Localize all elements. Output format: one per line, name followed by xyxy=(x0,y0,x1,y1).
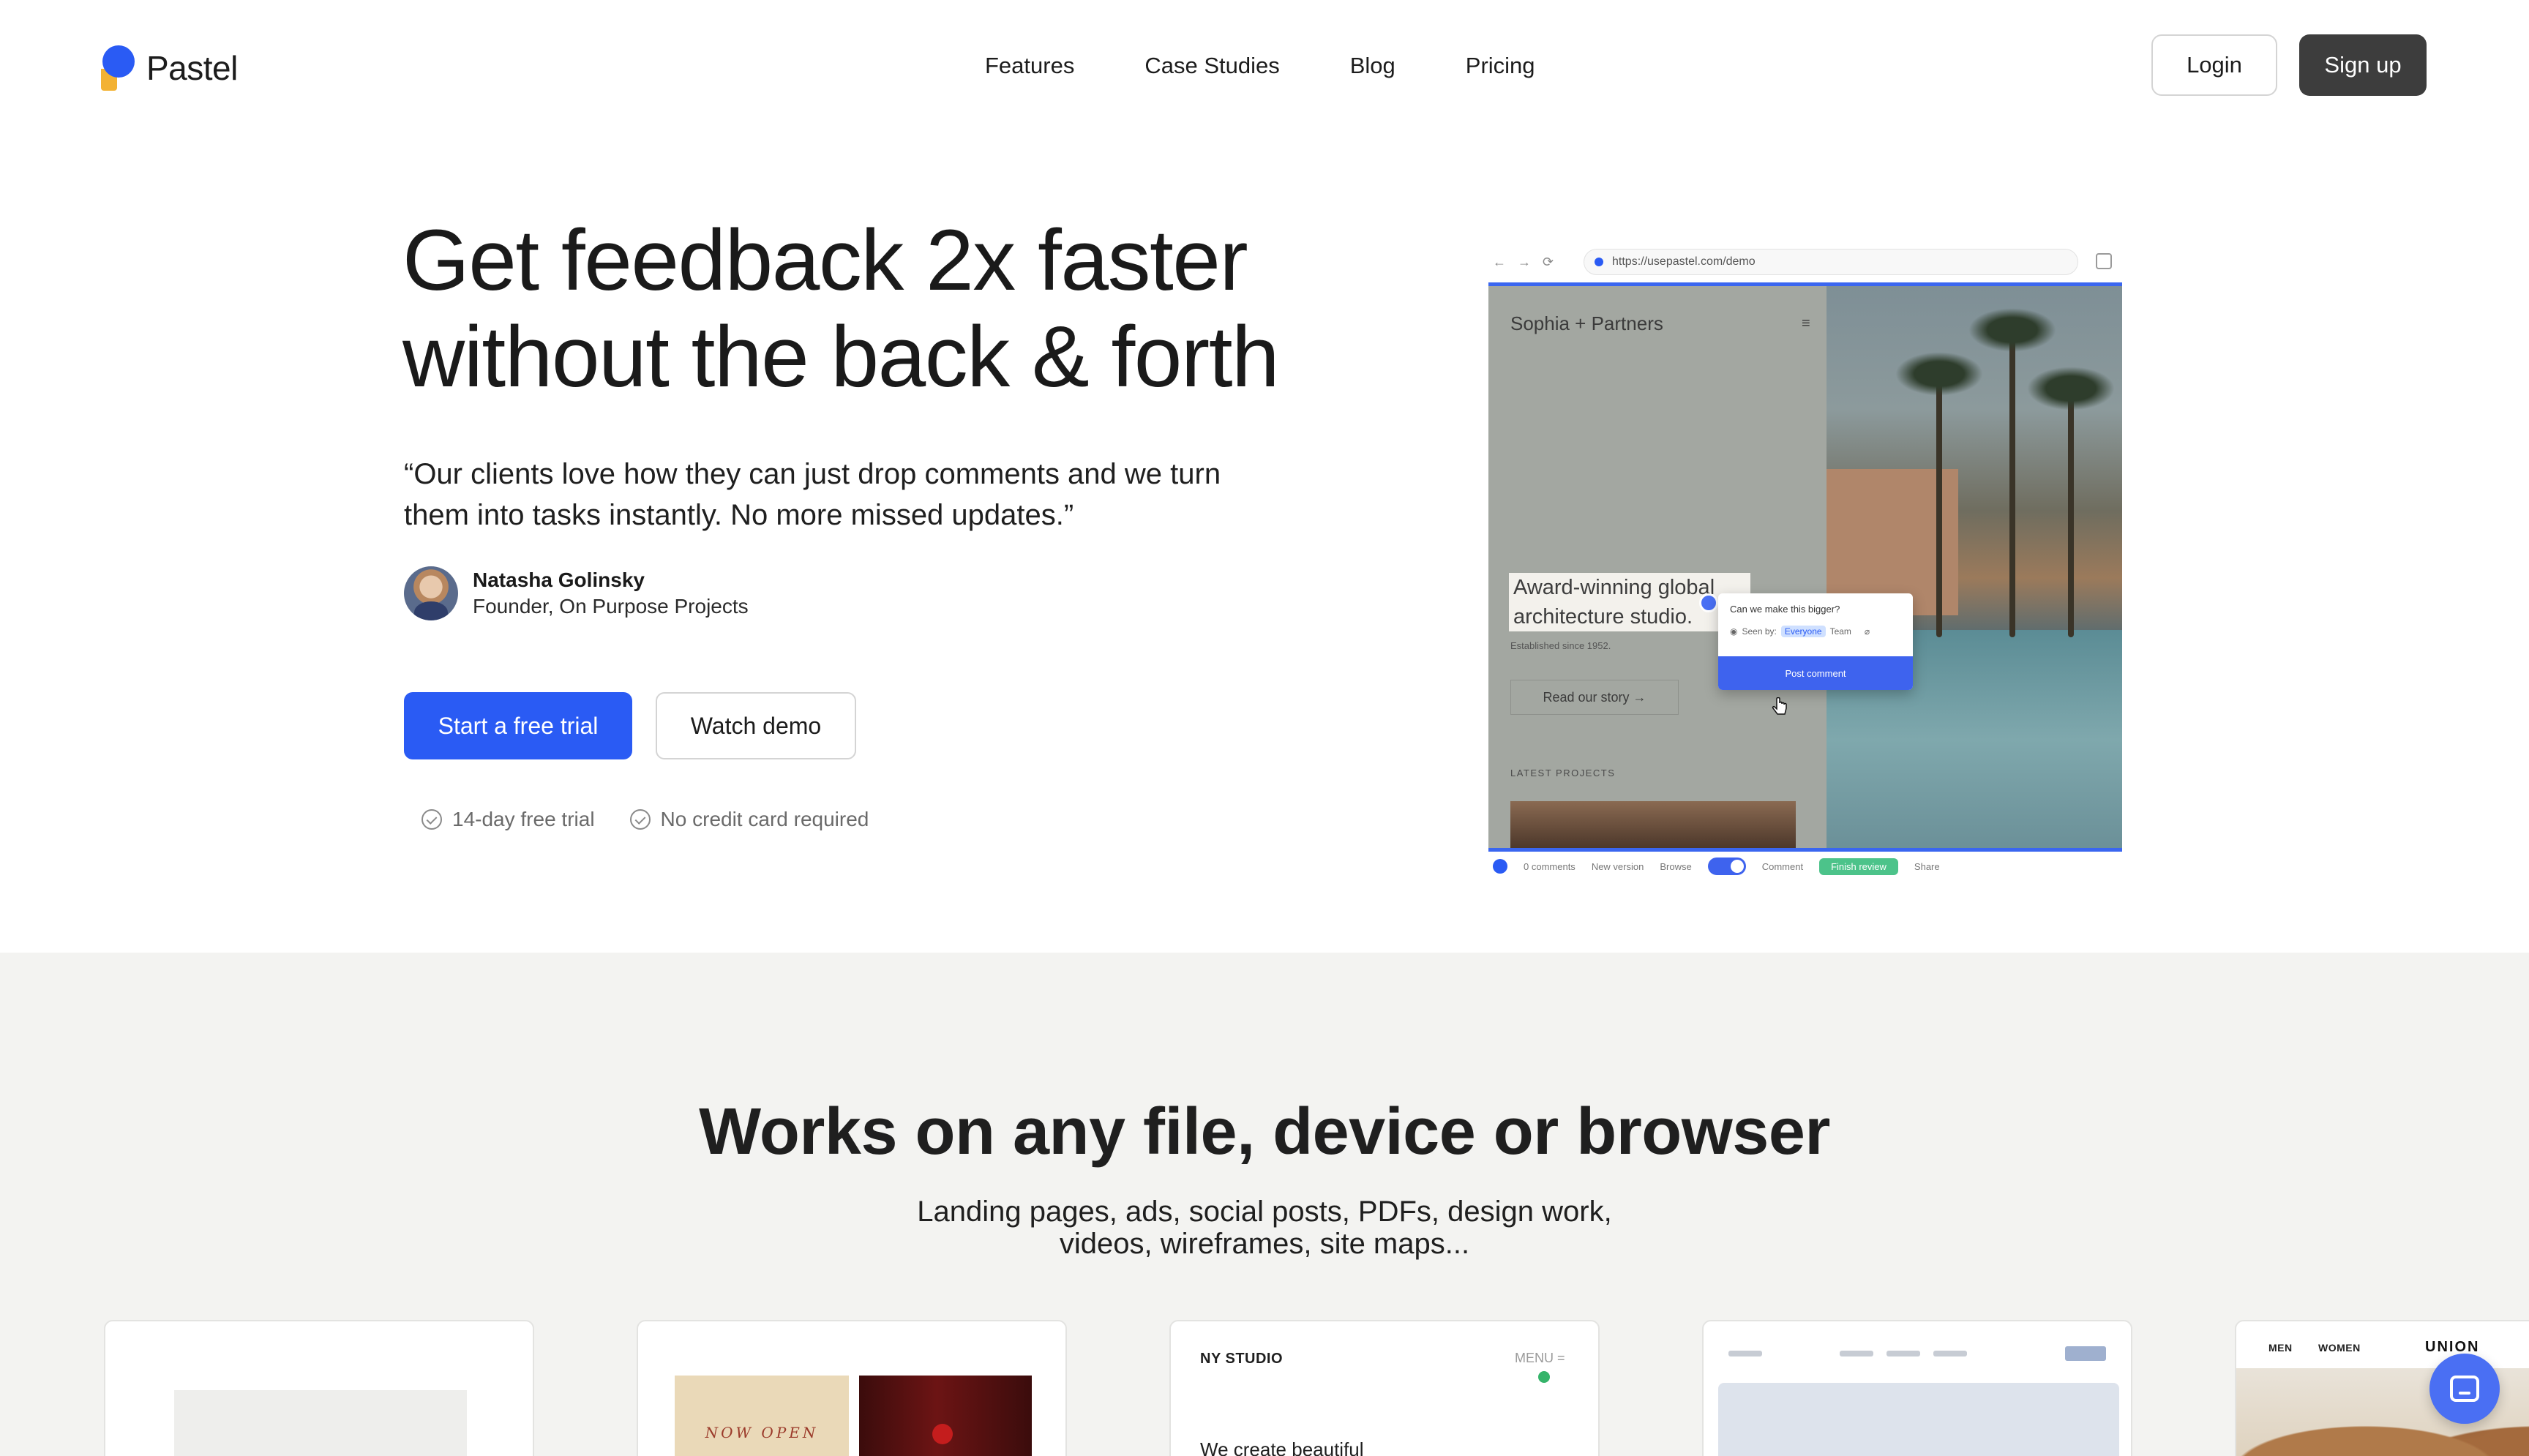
perks-list: 14-day free trial No credit card require… xyxy=(422,808,904,831)
hand-cursor-icon xyxy=(1772,697,1787,715)
signup-button[interactable]: Sign up xyxy=(2299,34,2427,96)
comment-pin-icon xyxy=(1699,593,1718,612)
mock-read-story-button: Read our story → xyxy=(1510,680,1679,715)
perk-label: 14-day free trial xyxy=(452,808,595,830)
check-circle-icon xyxy=(422,809,442,830)
check-circle-icon xyxy=(629,809,651,830)
mock-comment-box: Can we make this bigger? ◉ Seen by: Ever… xyxy=(1718,593,1913,690)
perk-label: No credit card required xyxy=(660,808,869,830)
works-anywhere-section: Works on any file, device or browser Lan… xyxy=(0,953,2529,1456)
author-name: Natasha Golinsky xyxy=(473,568,645,591)
palm-leaves xyxy=(1895,352,1983,396)
avatar xyxy=(404,566,458,620)
mock-project-thumbnail xyxy=(1510,801,1796,848)
studio-brand: NY STUDIO xyxy=(1200,1351,1284,1367)
start-free-trial-button[interactable]: Start a free trial xyxy=(404,692,632,759)
nav-link-case-studies[interactable]: Case Studies xyxy=(1144,51,1279,80)
chat-launcher-button[interactable] xyxy=(2429,1354,2500,1424)
testimonial-author: Natasha Golinsky Founder, On Purpose Pro… xyxy=(404,566,749,620)
mock-website-frame: Sophia + Partners ≡ Award-winning global… xyxy=(1488,282,2122,852)
hero-title-line-2: without the back & forth xyxy=(402,309,1280,405)
studio-text: We create beautiful xyxy=(1200,1438,1364,1456)
top-nav: Pastel Features Case Studies Blog Pricin… xyxy=(0,0,2529,132)
watch-demo-button[interactable]: Watch demo xyxy=(656,692,856,759)
nav-links: Features Case Studies Blog Pricing xyxy=(985,51,1535,80)
browser-nav-arrows-icon: ← → ⟳ xyxy=(1493,254,1554,269)
browse-comment-toggle xyxy=(1707,858,1746,875)
nav-link-blog[interactable]: Blog xyxy=(1350,51,1395,80)
palm-leaves xyxy=(1968,308,2056,352)
product-screenshot: ← → ⟳ https://usepastel.com/demo Sophia + … xyxy=(1488,241,2122,878)
example-card-blank[interactable] xyxy=(104,1320,534,1456)
example-card-wireframe[interactable] xyxy=(1702,1320,2132,1456)
brand-name: Pastel xyxy=(146,49,238,87)
pastel-logo-icon xyxy=(101,45,135,91)
studio-menu: MENU = xyxy=(1515,1351,1565,1365)
post-comment-button: Post comment xyxy=(1718,656,1913,690)
example-card-restaurant[interactable]: NOW OPEN xyxy=(637,1320,1067,1456)
nav-link-pricing[interactable]: Pricing xyxy=(1466,51,1535,80)
logo[interactable]: Pastel xyxy=(101,45,238,91)
palm-trunk xyxy=(1936,374,1942,637)
example-card-studio[interactable]: NY STUDIO MENU = We create beautiful xyxy=(1169,1320,1600,1456)
palm-trunk xyxy=(2068,389,2074,637)
attachment-icon: ⌀ xyxy=(1864,626,1870,637)
mock-site-left-panel: Sophia + Partners ≡ Award-winning global… xyxy=(1488,286,1826,848)
testimonial-quote: “Our clients love how they can just drop… xyxy=(404,458,1221,531)
perk-item: 14-day free trial xyxy=(422,808,595,831)
perk-item: No credit card required xyxy=(629,808,869,831)
hero-title-line-1: Get feedback 2x faster xyxy=(402,212,1248,309)
now-open-text: NOW OPEN xyxy=(705,1424,819,1441)
palm-leaves xyxy=(2027,367,2115,410)
everyone-chip: Everyone xyxy=(1780,626,1826,637)
chat-icon xyxy=(2450,1376,2479,1402)
mock-site-since: Established since 1952. xyxy=(1510,640,1611,651)
mock-pastel-toolbar: 0 comments New version Browse Comment Fi… xyxy=(1488,855,2122,878)
comment-text: Can we make this bigger? xyxy=(1730,604,1840,615)
pastel-dot-icon xyxy=(1493,859,1507,874)
hero-title: Get feedback 2x faster without the back … xyxy=(402,212,1427,405)
mock-browser-bar: ← → ⟳ https://usepastel.com/demo xyxy=(1488,241,2122,282)
hamburger-icon: ≡ xyxy=(1802,315,1810,331)
section-title: Works on any file, device or browser xyxy=(699,1095,1830,1168)
union-brand: UNION xyxy=(2425,1339,2480,1355)
section-subtitle: Landing pages, ads, social posts, PDFs, … xyxy=(917,1196,1612,1260)
eye-icon: ◉ xyxy=(1730,626,1738,637)
extension-icon xyxy=(2096,253,2112,269)
author-role: Founder, On Purpose Projects xyxy=(473,595,749,618)
mock-latest-label: LATEST PROJECTS xyxy=(1510,768,1616,778)
comment-visibility: ◉ Seen by: Everyone Team ⌀ xyxy=(1730,626,1870,637)
team-chip: Team xyxy=(1829,626,1851,637)
mock-hotel-photo xyxy=(1826,286,2122,848)
cherry-image xyxy=(932,1424,953,1444)
status-dot-icon xyxy=(1538,1371,1550,1383)
mock-site-brand: Sophia + Partners xyxy=(1510,312,1663,334)
nav-link-features[interactable]: Features xyxy=(985,51,1074,80)
palm-trunk xyxy=(2009,330,2015,637)
login-button[interactable]: Login xyxy=(2151,34,2277,96)
mock-url-bar: https://usepastel.com/demo xyxy=(1584,249,2078,275)
